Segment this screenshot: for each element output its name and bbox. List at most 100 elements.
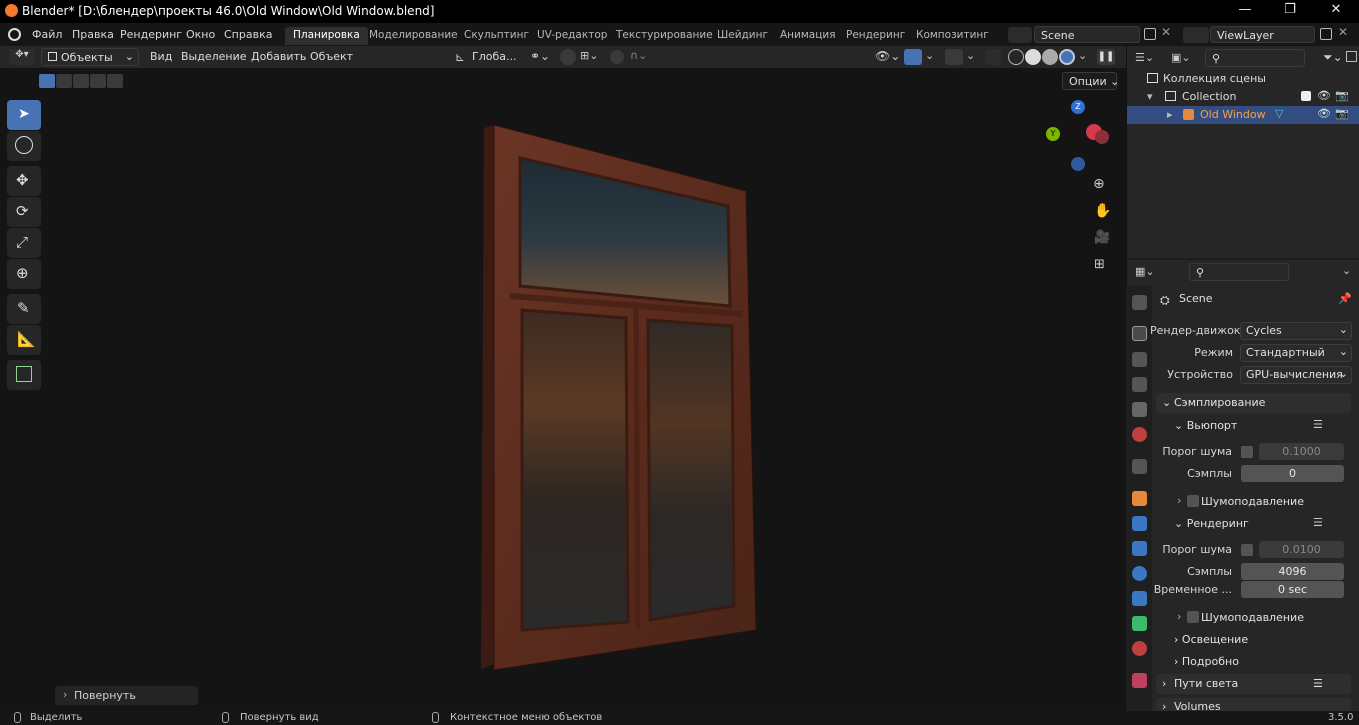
pause-render-icon[interactable]: ❚❚ xyxy=(1097,49,1115,65)
eye-icon[interactable]: 👁 xyxy=(1317,89,1331,102)
measure-tool[interactable]: 📐 xyxy=(7,325,41,355)
outliner-row-collection[interactable]: ▾ Collection 👁 📷 xyxy=(1127,88,1359,106)
gizmo-toggle-icon[interactable] xyxy=(904,49,922,65)
cursor-tool[interactable] xyxy=(7,131,41,161)
material-tab-icon[interactable] xyxy=(1132,641,1147,656)
data-tab-icon[interactable] xyxy=(1132,616,1147,631)
select-subtract-icon[interactable] xyxy=(73,74,89,88)
properties-options-icon[interactable]: ⌄ xyxy=(1342,264,1351,277)
render-denoise-label[interactable]: Шумоподавление xyxy=(1201,611,1304,624)
render-engine-dropdown[interactable]: Cycles ⌄ xyxy=(1240,322,1352,340)
editor-type-icon[interactable]: ✥▾ xyxy=(9,49,35,65)
menu-file[interactable]: Файл xyxy=(32,28,62,41)
viewport-denoise-label[interactable]: Шумоподавление xyxy=(1201,495,1304,508)
perspective-grid-icon[interactable]: ⊞ xyxy=(1094,257,1105,272)
3d-viewport[interactable]: Z Y ⊕ ✋ 🎥 ⊞ › Повернуть xyxy=(0,68,1126,711)
snap-target-icon[interactable]: ⊞⌄ xyxy=(580,49,598,62)
filter-icon[interactable]: ⏷⌄ xyxy=(1323,50,1343,65)
menu-select[interactable]: Выделение xyxy=(181,50,247,63)
minimize-button[interactable]: — xyxy=(1225,2,1265,17)
pin-icon[interactable]: 📌 xyxy=(1338,292,1352,305)
zoom-icon[interactable]: ⊕ xyxy=(1093,176,1105,192)
object-tab-icon[interactable] xyxy=(1132,491,1147,506)
viewport-subpanel-header[interactable]: ⌄ Вьюпорт xyxy=(1174,419,1237,432)
camera-icon[interactable]: 📷 xyxy=(1335,89,1349,102)
collection-tab-icon[interactable] xyxy=(1132,459,1147,474)
tab-layout[interactable]: Планировка xyxy=(285,27,368,45)
operator-panel[interactable]: › Повернуть xyxy=(55,686,198,705)
close-button[interactable]: ✕ xyxy=(1316,2,1356,17)
menu-add[interactable]: Добавить xyxy=(251,50,306,63)
view-layer-selector-icon[interactable] xyxy=(1183,27,1209,43)
add-cube-tool[interactable] xyxy=(7,360,41,390)
visibility-icon[interactable]: 👁⌄ xyxy=(875,49,900,63)
select-new-icon[interactable] xyxy=(39,74,55,88)
viewport-noise-threshold-value[interactable]: 0.1000 xyxy=(1259,443,1344,460)
presets-list-icon[interactable]: ☰ xyxy=(1313,418,1323,431)
delete-scene-icon[interactable]: ✕ xyxy=(1161,25,1171,39)
shading-options-icon[interactable]: ⌄ xyxy=(1078,49,1087,62)
xray-icon[interactable] xyxy=(985,49,1001,65)
mode-dropdown[interactable]: Объекты ⌄ xyxy=(41,48,139,66)
render-noise-threshold-checkbox[interactable] xyxy=(1241,544,1253,556)
solid-shading-icon[interactable] xyxy=(1025,49,1041,65)
menu-edit[interactable]: Правка xyxy=(72,28,114,41)
expand-arrow-icon[interactable]: ▾ xyxy=(1147,90,1153,103)
tab-animation[interactable]: Анимация xyxy=(772,27,844,45)
presets-list-icon[interactable]: ☰ xyxy=(1313,674,1323,694)
maximize-button[interactable]: ❐ xyxy=(1270,2,1310,17)
expand-arrow-icon[interactable]: ▸ xyxy=(1167,108,1173,121)
physics-tab-icon[interactable] xyxy=(1132,566,1147,581)
texture-tab-icon[interactable] xyxy=(1132,673,1147,688)
menu-view[interactable]: Вид xyxy=(150,50,172,63)
transform-tool[interactable]: ⊕ xyxy=(7,259,41,289)
neg-z-axis-icon[interactable] xyxy=(1071,157,1085,171)
transform-orientation-dropdown[interactable]: Глоба... xyxy=(472,50,516,63)
presets-list-icon[interactable]: ☰ xyxy=(1313,516,1323,529)
render-tab-icon[interactable] xyxy=(1132,326,1147,341)
pivot-point-icon[interactable]: ⚭⌄ xyxy=(530,49,550,63)
render-noise-threshold-value[interactable]: 0.0100 xyxy=(1259,541,1344,558)
scene-tab-icon[interactable] xyxy=(1132,402,1147,417)
annotate-tool[interactable]: ✎ xyxy=(7,294,41,324)
scale-tool[interactable]: ⤢ xyxy=(7,228,41,258)
falloff-icon[interactable]: ∩⌄ xyxy=(630,49,647,62)
device-dropdown[interactable]: GPU-вычисления ⌄ xyxy=(1240,366,1352,384)
move-tool[interactable]: ✥ xyxy=(7,166,41,196)
select-invert-icon[interactable] xyxy=(90,74,106,88)
z-axis-icon[interactable]: Z xyxy=(1071,100,1085,114)
light-paths-panel-header[interactable]: › Пути света ☰ xyxy=(1156,674,1351,694)
new-collection-icon[interactable] xyxy=(1346,51,1357,62)
eye-icon[interactable]: 👁 xyxy=(1317,107,1331,120)
scene-field[interactable]: Scene xyxy=(1034,26,1140,43)
gizmo-dropdown-icon[interactable]: ⌄ xyxy=(925,49,934,62)
delete-view-layer-icon[interactable]: ✕ xyxy=(1338,25,1348,39)
select-intersect-icon[interactable] xyxy=(107,74,123,88)
scene-selector-icon[interactable] xyxy=(1008,27,1032,43)
viewport-samples-value[interactable]: 0 xyxy=(1241,465,1344,482)
select-extend-icon[interactable] xyxy=(56,74,72,88)
new-view-layer-icon[interactable] xyxy=(1320,28,1332,40)
render-samples-value[interactable]: 4096 xyxy=(1241,563,1344,580)
proportional-edit-icon[interactable] xyxy=(610,50,624,64)
options-dropdown[interactable]: Опции ⌄ xyxy=(1062,72,1119,90)
overlays-icon[interactable] xyxy=(945,49,963,65)
time-limit-value[interactable]: 0 sec xyxy=(1241,581,1344,598)
camera-icon[interactable]: 📷 xyxy=(1335,107,1349,120)
tab-uv-editing[interactable]: UV-редактор xyxy=(529,27,615,45)
viewport-denoise-checkbox[interactable] xyxy=(1187,495,1199,507)
properties-editor-icon[interactable]: ▦⌄ xyxy=(1135,265,1155,278)
camera-view-icon[interactable]: 🎥 xyxy=(1094,230,1110,245)
viewport-noise-threshold-checkbox[interactable] xyxy=(1241,446,1253,458)
new-scene-icon[interactable] xyxy=(1144,28,1156,40)
menu-window[interactable]: Окно xyxy=(186,28,215,41)
outliner-editor-icon[interactable]: ☰⌄ xyxy=(1135,51,1154,64)
view-layer-tab-icon[interactable] xyxy=(1132,377,1147,392)
render-denoise-checkbox[interactable] xyxy=(1187,611,1199,623)
navigation-gizmo[interactable]: Z Y xyxy=(1040,96,1120,176)
rotate-tool[interactable]: ⟳ xyxy=(7,197,41,227)
tab-modeling[interactable]: Моделирование xyxy=(361,27,466,45)
tab-compositing[interactable]: Композитинг xyxy=(908,27,997,45)
lights-subpanel-header[interactable]: › Освещение xyxy=(1174,633,1248,646)
render-mode-dropdown[interactable]: Стандартный ⌄ xyxy=(1240,344,1352,362)
